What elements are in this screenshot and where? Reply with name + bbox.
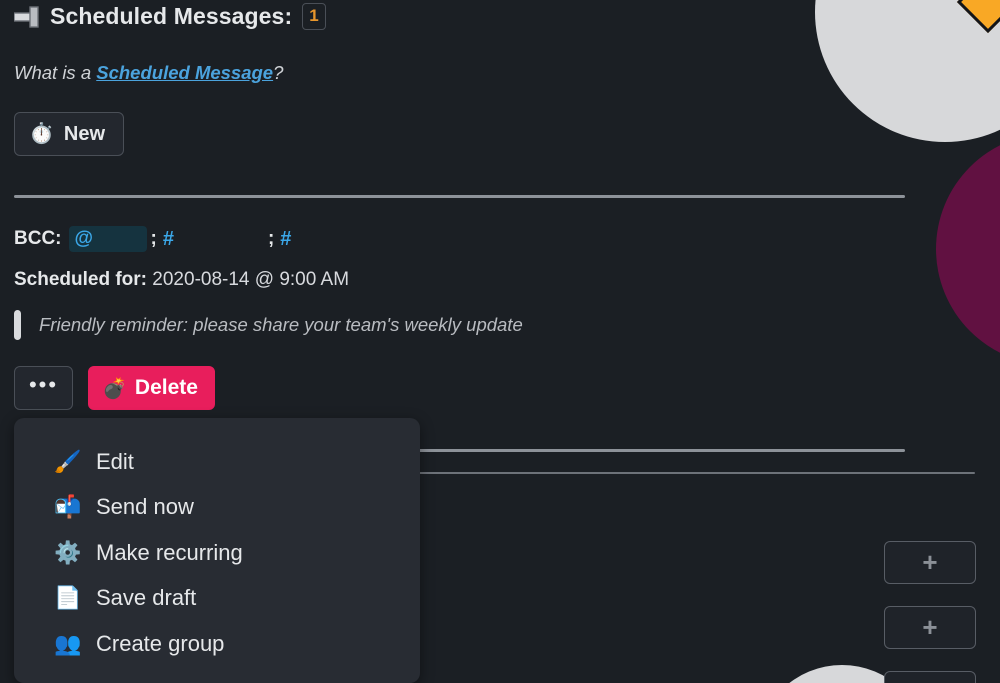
subtitle-suffix: ?: [273, 62, 284, 83]
page-title: Scheduled Messages:: [50, 3, 293, 29]
delete-button[interactable]: 💣 Delete: [88, 366, 215, 410]
scheduled-message-help-link[interactable]: Scheduled Message: [96, 62, 273, 83]
message-body-text: Friendly reminder: please share your tea…: [39, 314, 523, 335]
message-action-row: ••• 💣 Delete: [14, 366, 215, 410]
bcc-row: BCC: @ ; # ; #: [14, 226, 291, 252]
gear-icon: ⚙️: [54, 539, 82, 565]
pin-left-icon: [14, 5, 40, 28]
scheduled-for-row: Scheduled for: 2020-08-14 @ 9:00 AM: [14, 269, 349, 291]
scheduled-for-label: Scheduled for:: [14, 269, 148, 290]
bomb-icon: 💣: [102, 377, 127, 400]
mailbox-icon: 📬: [54, 494, 82, 520]
menu-item-label: Make recurring: [96, 539, 243, 565]
scheduled-count-badge: 1: [302, 3, 326, 30]
add-button-3[interactable]: +: [884, 671, 976, 683]
paintbrush-icon: 🖌️: [54, 448, 82, 474]
decorative-circle-gray-top: [815, 0, 1000, 142]
new-scheduled-message-button[interactable]: ⏱️ New: [14, 112, 124, 156]
bcc-mention-chip[interactable]: @: [68, 226, 147, 252]
message-body-row: Friendly reminder: please share your tea…: [14, 310, 523, 340]
divider-top: [14, 195, 905, 198]
menu-item-save-draft[interactable]: 📄 Save draft: [14, 576, 420, 622]
channel-symbol-1: #: [162, 227, 174, 250]
page-icon: 📄: [54, 585, 82, 611]
more-actions-button[interactable]: •••: [14, 366, 73, 410]
bcc-separator-1: ;: [150, 228, 157, 249]
page-header: Scheduled Messages: 1: [14, 3, 326, 30]
menu-item-send-now[interactable]: 📬 Send now: [14, 485, 420, 531]
menu-item-create-group[interactable]: 👥 Create group: [14, 621, 420, 667]
add-button-1[interactable]: +: [884, 541, 976, 584]
menu-item-edit[interactable]: 🖌️ Edit: [14, 439, 420, 485]
bcc-separator-2: ;: [267, 228, 275, 249]
more-actions-menu: 🖌️ Edit 📬 Send now ⚙️ Make recurring 📄 S…: [14, 418, 420, 683]
delete-button-label: Delete: [134, 376, 198, 399]
add-button-2[interactable]: +: [884, 606, 976, 649]
bcc-channel-1[interactable]: #: [163, 228, 264, 251]
divider-middle: [418, 449, 905, 452]
blockquote-bar-icon: [14, 310, 21, 340]
menu-item-label: Create group: [96, 630, 225, 656]
channel-symbol-2: #: [280, 227, 292, 250]
decorative-circle-magenta: [936, 133, 1000, 365]
stopwatch-icon: ⏱️: [28, 123, 54, 145]
menu-item-make-recurring[interactable]: ⚙️ Make recurring: [14, 530, 420, 576]
bcc-channel-2[interactable]: #: [280, 228, 291, 251]
mention-symbol: @: [74, 228, 94, 249]
subtitle-prefix: What is a: [14, 62, 97, 83]
menu-item-label: Save draft: [96, 585, 197, 611]
decorative-diamond-orange: [956, 0, 1000, 34]
bcc-label: BCC:: [14, 228, 62, 249]
divider-bottom: [418, 472, 975, 474]
new-button-label: New: [63, 122, 106, 145]
busts-icon: 👥: [54, 630, 82, 656]
subtitle-help-text: What is a Scheduled Message?: [14, 62, 283, 84]
menu-item-label: Edit: [96, 448, 134, 474]
menu-item-label: Send now: [96, 494, 194, 520]
scheduled-for-value: 2020-08-14 @ 9:00 AM: [152, 269, 350, 290]
